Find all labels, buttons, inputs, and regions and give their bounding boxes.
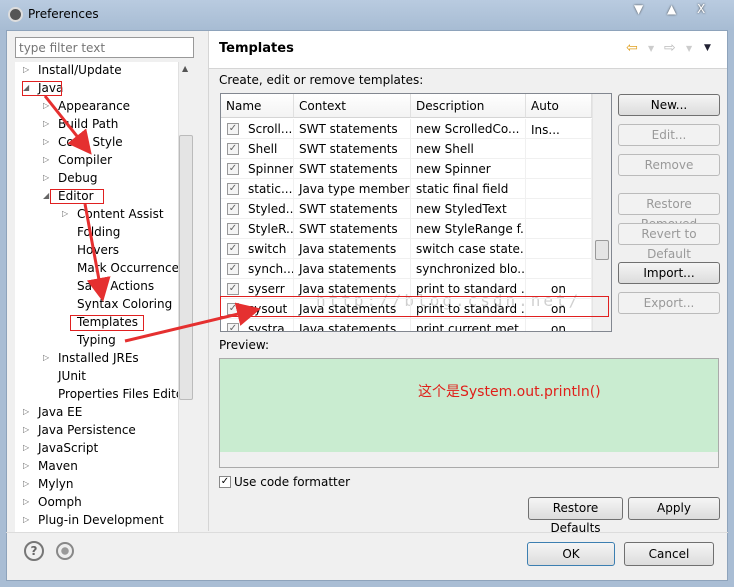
arrow-editor-to-templates — [83, 203, 111, 302]
annotation-arrows — [43, 95, 261, 343]
arrow-java-to-editor — [43, 95, 92, 155]
arrow-templates-to-sysout — [124, 302, 261, 343]
